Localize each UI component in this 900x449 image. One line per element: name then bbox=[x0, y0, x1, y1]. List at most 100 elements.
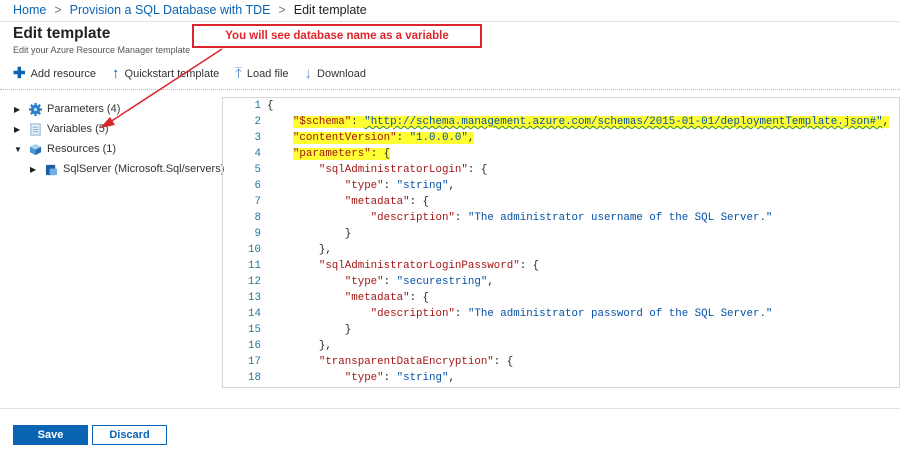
divider bbox=[0, 408, 900, 409]
line-number: 14 bbox=[248, 308, 261, 320]
code-line: "type": "string", bbox=[267, 178, 889, 194]
discard-button[interactable]: Discard bbox=[92, 425, 167, 445]
code-editor[interactable]: 1 2 3 4 5 6 7 8 9 10 11 12 13 14 15 16 17 18 { "$schema":… bbox=[222, 97, 900, 388]
code-token: "description" bbox=[370, 212, 455, 224]
code-token: "The administrator password of the SQL S… bbox=[467, 308, 773, 320]
code-token: "sqlAdministratorLoginPassword" bbox=[318, 260, 520, 272]
code-line: "description": "The administrator passwo… bbox=[267, 306, 889, 322]
download-label: Download bbox=[317, 67, 366, 80]
code-line: "type": "securestring", bbox=[267, 274, 889, 290]
line-number: 15 bbox=[248, 324, 261, 336]
code-token: : { bbox=[467, 164, 488, 176]
expand-icon[interactable]: ▶ bbox=[30, 165, 40, 174]
code-token: } bbox=[267, 228, 352, 240]
code-line: "$schema": "http://schema.management.azu… bbox=[267, 114, 890, 130]
line-number: 12 bbox=[248, 276, 261, 288]
tree-label: Parameters (4) bbox=[47, 103, 121, 115]
code-token: "type" bbox=[344, 276, 384, 288]
code-token: "type" bbox=[344, 180, 384, 192]
collapse-icon[interactable]: ▼ bbox=[14, 145, 24, 154]
code-token: : bbox=[396, 132, 410, 144]
load-file-label: Load file bbox=[246, 67, 289, 80]
annotation-callout: You will see database name as a variable bbox=[192, 24, 482, 48]
expand-icon[interactable]: ▶ bbox=[14, 105, 24, 114]
code-token: "type" bbox=[344, 372, 384, 384]
tree-label: Resources (1) bbox=[47, 143, 117, 155]
quickstart-label: Quickstart template bbox=[124, 67, 220, 80]
add-resource-button[interactable]: ✚ Add resource bbox=[13, 66, 96, 81]
line-number: 4 bbox=[254, 148, 261, 160]
code-token: : bbox=[383, 372, 397, 384]
arrow-up-icon: ↑ bbox=[112, 65, 120, 82]
quickstart-template-button[interactable]: ↑ Quickstart template bbox=[112, 66, 219, 81]
breadcrumb-current: Edit template bbox=[293, 3, 367, 17]
code-token: , bbox=[487, 276, 494, 288]
code-token: , bbox=[448, 372, 455, 384]
tree-label: SqlServer (Microsoft.Sql/servers) bbox=[63, 163, 225, 175]
tree-item-sqlserver[interactable]: ▶ SqlServer (Microsoft.Sql/servers) bbox=[14, 159, 224, 179]
code-token: "transparentDataEncryption" bbox=[318, 356, 494, 368]
code-line: } bbox=[267, 226, 889, 242]
code-content[interactable]: { "$schema": "http://schema.management.a… bbox=[267, 98, 890, 386]
load-file-button[interactable]: ⤒ Load file bbox=[235, 66, 288, 81]
sql-server-icon bbox=[45, 164, 58, 175]
code-token: { bbox=[267, 100, 274, 112]
code-token: , bbox=[467, 132, 475, 144]
code-token: }, bbox=[267, 340, 332, 352]
code-token: "securestring" bbox=[396, 276, 488, 288]
code-token: "sqlAdministratorLogin" bbox=[318, 164, 468, 176]
line-number: 11 bbox=[248, 260, 261, 272]
download-button[interactable]: ↓ Download bbox=[305, 66, 366, 81]
tree-item-variables[interactable]: ▶ Variables (5) bbox=[14, 119, 224, 139]
code-token: : { bbox=[370, 148, 391, 160]
code-token: : bbox=[351, 116, 365, 128]
code-line: "contentVersion": "1.0.0.0", bbox=[267, 130, 889, 146]
cube-icon bbox=[29, 143, 42, 155]
code-token: : bbox=[383, 180, 397, 192]
tree-item-parameters[interactable]: ▶ Parameters (4) bbox=[14, 99, 224, 119]
page-title: Edit template bbox=[13, 25, 111, 42]
code-token: "$schema" bbox=[292, 116, 352, 128]
code-line: "sqlAdministratorLogin": { bbox=[267, 162, 889, 178]
code-line: }, bbox=[267, 242, 889, 258]
save-button[interactable]: Save bbox=[13, 425, 88, 445]
code-token: : { bbox=[519, 260, 540, 272]
code-token: } bbox=[267, 324, 352, 336]
expand-icon[interactable]: ▶ bbox=[14, 125, 24, 134]
line-number: 1 bbox=[254, 100, 261, 112]
code-token: : { bbox=[409, 292, 430, 304]
breadcrumb-home[interactable]: Home bbox=[13, 3, 46, 17]
code-line: { bbox=[267, 98, 889, 114]
breadcrumb-separator: > bbox=[278, 3, 286, 17]
code-token: : bbox=[454, 308, 468, 320]
line-number: 17 bbox=[248, 356, 261, 368]
code-token: "string" bbox=[396, 372, 449, 384]
code-token: "parameters" bbox=[292, 148, 371, 160]
line-number: 2 bbox=[254, 116, 261, 128]
code-token: : bbox=[454, 212, 468, 224]
tree-label: Variables (5) bbox=[47, 123, 109, 135]
code-token: , bbox=[882, 116, 890, 128]
tree-item-resources[interactable]: ▼ Resources (1) bbox=[14, 139, 224, 159]
line-number: 10 bbox=[248, 244, 261, 256]
breadcrumb-provision[interactable]: Provision a SQL Database with TDE bbox=[70, 3, 271, 17]
code-token: "The administrator username of the SQL S… bbox=[467, 212, 773, 224]
breadcrumb: Home > Provision a SQL Database with TDE… bbox=[13, 3, 367, 17]
code-token: "1.0.0.0" bbox=[409, 132, 468, 144]
code-token: : { bbox=[409, 196, 430, 208]
divider bbox=[0, 89, 900, 90]
line-number: 6 bbox=[254, 180, 261, 192]
add-resource-label: Add resource bbox=[30, 67, 97, 80]
line-number: 3 bbox=[254, 132, 261, 144]
